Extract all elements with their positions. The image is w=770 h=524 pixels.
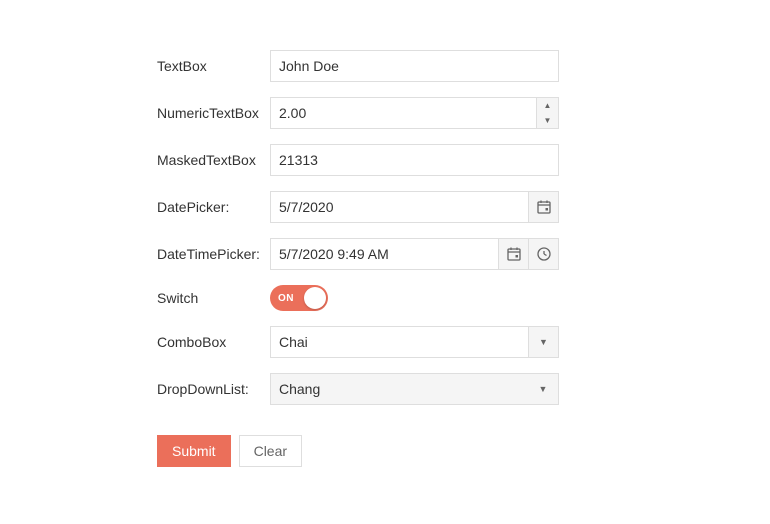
dropdownlist-wrap[interactable]: Chang ▼ <box>270 373 559 405</box>
datetimepicker-input[interactable] <box>271 239 498 269</box>
chevron-down-icon: ▼ <box>528 384 558 394</box>
masked-control <box>270 144 559 176</box>
row-datepicker: DatePicker: <box>157 191 600 223</box>
numeric-spinner: ▲ ▼ <box>536 98 558 128</box>
dropdownlist-value: Chang <box>271 377 528 401</box>
switch-control: ON <box>270 285 559 311</box>
textbox-control <box>270 50 559 82</box>
spinner-down-icon[interactable]: ▼ <box>537 113 558 128</box>
calendar-icon[interactable] <box>528 192 558 222</box>
masked-label: MaskedTextBox <box>157 152 270 168</box>
switch-thumb <box>304 287 326 309</box>
button-row: Submit Clear <box>157 435 600 467</box>
datepicker-wrap <box>270 191 559 223</box>
numeric-wrap: ▲ ▼ <box>270 97 559 129</box>
numeric-input[interactable] <box>271 98 536 128</box>
dropdownlist-label: DropDownList: <box>157 381 270 397</box>
datepicker-control <box>270 191 559 223</box>
form: TextBox NumericTextBox ▲ ▼ MaskedTextBox… <box>0 0 600 467</box>
datetimepicker-wrap <box>270 238 559 270</box>
clock-icon[interactable] <box>528 239 558 269</box>
row-combobox: ComboBox ▼ <box>157 326 600 358</box>
dropdownlist-control: Chang ▼ <box>270 373 559 405</box>
clear-button[interactable]: Clear <box>239 435 302 467</box>
datetimepicker-label: DateTimePicker: <box>157 246 270 262</box>
row-switch: Switch ON <box>157 285 600 311</box>
row-masked: MaskedTextBox <box>157 144 600 176</box>
chevron-down-icon[interactable]: ▼ <box>528 327 558 357</box>
combobox-input[interactable] <box>271 327 528 357</box>
switch-toggle[interactable]: ON <box>270 285 328 311</box>
datepicker-input[interactable] <box>271 192 528 222</box>
row-datetimepicker: DateTimePicker: <box>157 238 600 270</box>
row-dropdownlist: DropDownList: Chang ▼ <box>157 373 600 405</box>
datetimepicker-control <box>270 238 559 270</box>
calendar-icon[interactable] <box>498 239 528 269</box>
combobox-wrap: ▼ <box>270 326 559 358</box>
row-numeric: NumericTextBox ▲ ▼ <box>157 97 600 129</box>
spinner-up-icon[interactable]: ▲ <box>537 98 558 113</box>
numeric-label: NumericTextBox <box>157 105 270 121</box>
combobox-label: ComboBox <box>157 334 270 350</box>
numeric-control: ▲ ▼ <box>270 97 559 129</box>
row-textbox: TextBox <box>157 50 600 82</box>
switch-state-text: ON <box>270 293 294 304</box>
switch-label: Switch <box>157 290 270 306</box>
textbox-label: TextBox <box>157 58 270 74</box>
masked-input[interactable] <box>270 144 559 176</box>
datepicker-label: DatePicker: <box>157 199 270 215</box>
submit-button[interactable]: Submit <box>157 435 231 467</box>
combobox-control: ▼ <box>270 326 559 358</box>
textbox-input[interactable] <box>270 50 559 82</box>
